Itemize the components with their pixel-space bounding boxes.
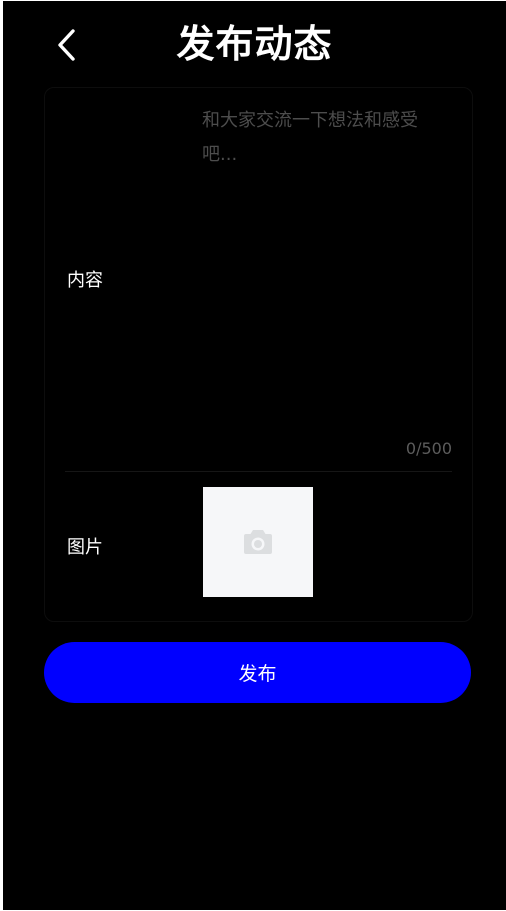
form-divider (65, 471, 452, 472)
screen: 发布动态 内容 0/500 图片 发布 (3, 1, 506, 910)
header-bar: 发布动态 (3, 1, 506, 89)
char-counter: 0/500 (405, 439, 452, 458)
image-label: 图片 (67, 537, 103, 558)
content-label: 内容 (67, 270, 103, 291)
post-form-card: 内容 0/500 图片 (44, 87, 473, 622)
page-title: 发布动态 (176, 22, 333, 66)
image-upload-button[interactable] (203, 487, 313, 597)
publish-button[interactable]: 发布 (44, 642, 471, 703)
content-textarea[interactable] (202, 104, 452, 454)
camera-icon (244, 530, 272, 554)
